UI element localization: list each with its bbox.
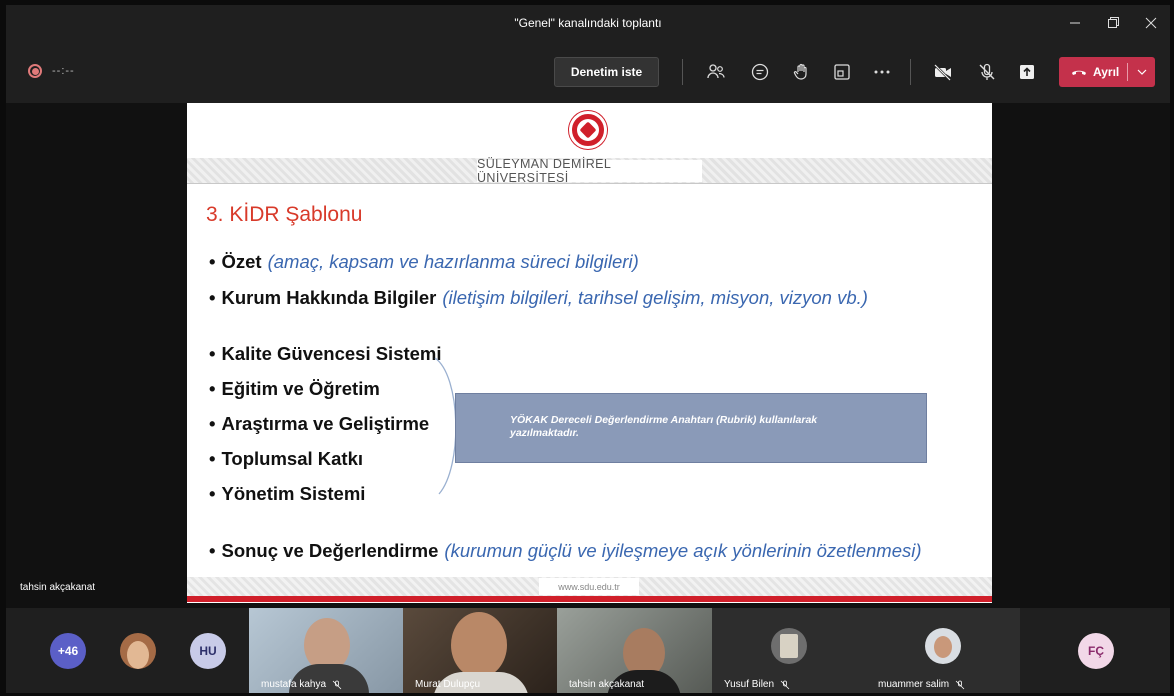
request-control-button[interactable]: Denetim iste (554, 57, 659, 87)
bullet-item: • Toplumsal Katkı (209, 448, 363, 469)
rubric-callout: YÖKAK Dereceli Değerlendirme Anahtarı (R… (455, 393, 927, 463)
participants-icon[interactable] (703, 59, 729, 85)
university-name: SÜLEYMAN DEMİREL ÜNİVERSİTESİ (477, 157, 702, 185)
bullet-item: • Araştırma ve Geliştirme (209, 413, 430, 434)
leave-button[interactable]: Ayrıl (1059, 57, 1155, 87)
video-tile[interactable]: Murat Dulupçu (403, 608, 557, 693)
slide-footer-bar (187, 596, 992, 602)
meeting-toolbar: --:-- Denetim iste Ayrıl (6, 41, 1170, 103)
video-tile[interactable]: Yusuf Bilen (712, 608, 866, 693)
overflow-participants[interactable]: +46 (50, 633, 86, 669)
hang-up-icon (1072, 70, 1086, 75)
avatar-initials[interactable]: HU (190, 633, 226, 669)
video-tile[interactable]: muammer salim (866, 608, 1020, 693)
muted-mic-icon (332, 680, 342, 689)
avatar-initials[interactable]: FÇ (1078, 633, 1114, 669)
chat-icon[interactable] (747, 59, 773, 85)
maximize-icon[interactable] (1094, 5, 1132, 41)
bullet-item: • Sonuç ve Değerlendirme (kurumun güçlü ve… (209, 540, 922, 561)
video-tile[interactable]: mustafa kahya (249, 608, 403, 693)
participant-name: mustafa kahya (261, 679, 342, 690)
university-logo (569, 111, 607, 149)
footer-url: www.sdu.edu.tr (539, 578, 639, 595)
participant-name: Murat Dulupçu (415, 679, 481, 690)
presenter-name: tahsin akçakanat (20, 582, 96, 593)
bullet-item: • Özet (amaç, kapsam ve hazırlanma süreci … (209, 251, 639, 272)
video-tile[interactable]: tahsin akçakanat (557, 608, 712, 693)
bullet-item: • Kalite Güvencesi Sistemi (209, 343, 442, 364)
avatar[interactable] (120, 633, 156, 669)
toolbar-divider (682, 59, 683, 85)
window-title: "Genel" kanalındaki toplantı (514, 16, 662, 30)
slide-title: 3. KİDR Şablonu (206, 203, 363, 226)
muted-mic-icon (780, 680, 790, 689)
more-icon[interactable] (869, 59, 895, 85)
bullet-item: • Eğitim ve Öğretim (209, 378, 380, 399)
muted-mic-icon (955, 680, 965, 689)
camera-off-icon[interactable] (930, 59, 956, 85)
shared-slide: SÜLEYMAN DEMİREL ÜNİVERSİTESİ 3. KİDR Şa… (187, 103, 992, 603)
participant-name: tahsin akçakanat (569, 679, 645, 690)
bullet-item: • Yönetim Sistemi (209, 483, 366, 504)
bullet-item: • Kurum Hakkında Bilgiler (iletişim bilgil… (209, 287, 868, 308)
minimize-icon[interactable] (1056, 5, 1094, 41)
chevron-down-icon[interactable] (1128, 69, 1155, 75)
leave-main[interactable]: Ayrıl (1059, 57, 1127, 87)
shared-content-stage: SÜLEYMAN DEMİREL ÜNİVERSİTESİ 3. KİDR Şa… (6, 103, 1170, 608)
participant-name: muammer salim (878, 679, 965, 690)
toolbar-divider (910, 59, 911, 85)
meeting-timer: --:-- (52, 65, 75, 77)
participants-strip: +46 HU mustafa kahya Murat Dulupçu tahsi… (6, 608, 1170, 693)
recording-indicator: --:-- (28, 64, 75, 78)
avatar (925, 628, 961, 664)
rooms-icon[interactable] (829, 59, 855, 85)
close-icon[interactable] (1132, 5, 1170, 41)
leave-label: Ayrıl (1093, 65, 1120, 79)
window-controls (1056, 5, 1170, 41)
record-icon (28, 64, 42, 78)
share-icon[interactable] (1014, 59, 1040, 85)
raise-hand-icon[interactable] (789, 59, 815, 85)
avatar (771, 628, 807, 664)
participant-name: Yusuf Bilen (724, 679, 790, 690)
mic-off-icon[interactable] (974, 59, 1000, 85)
teams-meeting-window: "Genel" kanalındaki toplantı --:-- Denet… (6, 5, 1170, 693)
title-bar: "Genel" kanalındaki toplantı (6, 5, 1170, 41)
